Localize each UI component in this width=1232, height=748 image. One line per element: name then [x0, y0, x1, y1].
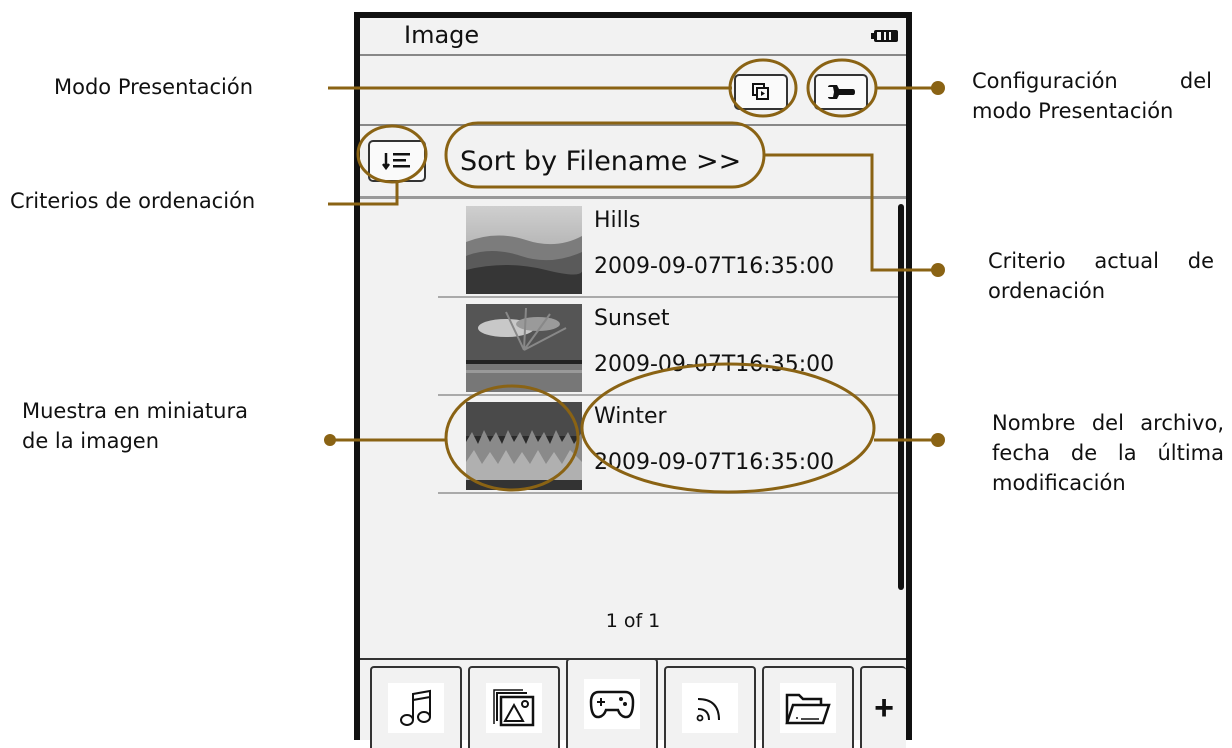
- scrollbar[interactable]: [898, 204, 904, 590]
- slideshow-settings-button[interactable]: [814, 74, 868, 110]
- file-name: Hills: [594, 208, 641, 233]
- tab-add[interactable]: +: [860, 666, 906, 748]
- marker-dot: [931, 81, 945, 95]
- sort-list-icon: [382, 153, 410, 171]
- callout-filename-line3: modificación: [992, 471, 1126, 495]
- device-screen: Image Sort by Filename >> Hills 2009-09-…: [354, 12, 912, 748]
- gamepad-icon: [589, 690, 635, 719]
- callout-slideshow-config: Configuración del modo Presentación: [972, 66, 1212, 126]
- page-indicator: 1 of 1: [605, 610, 661, 632]
- file-date: 2009-09-07T16:35:00: [594, 450, 835, 475]
- toolbar: [360, 56, 906, 126]
- marker-dot: [324, 434, 336, 446]
- callout-filename-date: Nombre del archivo, fecha de la última m…: [992, 408, 1224, 498]
- callout-filename-line1: Nombre del archivo,: [992, 411, 1224, 435]
- callout-current-sort-line2: ordenación: [988, 279, 1106, 303]
- callout-sort-criteria: Criterios de ordenación: [10, 189, 256, 213]
- app-title: Image: [404, 21, 480, 49]
- tab-games[interactable]: [566, 658, 658, 748]
- slideshow-icon: [752, 83, 769, 100]
- callout-current-sort: Criterio actual de ordenación: [988, 246, 1214, 306]
- list-item[interactable]: Hills 2009-09-07T16:35:00: [438, 200, 900, 298]
- wrench-icon: [828, 85, 855, 99]
- battery-icon: [871, 30, 898, 42]
- tab-files[interactable]: [762, 666, 854, 748]
- file-date: 2009-09-07T16:35:00: [594, 254, 835, 279]
- thumbnail-winter: [466, 402, 582, 490]
- rss-feed-icon: [696, 698, 720, 722]
- callout-slideshow-mode: Modo Presentación: [54, 75, 254, 99]
- callout-thumbnail: Muestra en miniatura de la imagen: [22, 396, 248, 456]
- tab-images[interactable]: [468, 666, 560, 748]
- tab-music[interactable]: [370, 666, 462, 748]
- sort-row: Sort by Filename >>: [360, 126, 906, 199]
- file-name: Sunset: [594, 306, 670, 331]
- callout-current-sort-line1: Criterio actual de: [988, 249, 1214, 273]
- sort-criteria-button[interactable]: [368, 140, 426, 182]
- marker-dot: [931, 433, 945, 447]
- thumbnail-hills: [466, 206, 582, 294]
- file-list: Hills 2009-09-07T16:35:00 Sunset 2009-09…: [438, 200, 900, 494]
- callout-thumbnail-line2: de la imagen: [22, 429, 160, 453]
- tab-bar: +: [360, 658, 906, 748]
- file-name: Winter: [594, 404, 667, 429]
- current-sort-label[interactable]: Sort by Filename >>: [460, 146, 741, 177]
- thumbnail-sunset: [466, 304, 582, 392]
- callout-slideshow-config-line1: Configuración del: [972, 69, 1212, 93]
- callout-slideshow-config-line2: modo Presentación: [972, 99, 1174, 123]
- tab-feeds[interactable]: [664, 666, 756, 748]
- music-note-icon: [400, 689, 431, 726]
- file-date: 2009-09-07T16:35:00: [594, 352, 835, 377]
- title-bar: Image: [360, 18, 906, 56]
- list-item[interactable]: Sunset 2009-09-07T16:35:00: [438, 298, 900, 396]
- marker-dot: [931, 263, 945, 277]
- list-item[interactable]: Winter 2009-09-07T16:35:00: [438, 396, 900, 494]
- callout-filename-line2: fecha de la última: [992, 441, 1224, 465]
- slideshow-button[interactable]: [734, 74, 788, 110]
- callout-thumbnail-line1: Muestra en miniatura: [22, 399, 248, 423]
- plus-icon: +: [874, 688, 894, 727]
- folder-icon: [785, 693, 831, 725]
- image-icon: [493, 689, 535, 727]
